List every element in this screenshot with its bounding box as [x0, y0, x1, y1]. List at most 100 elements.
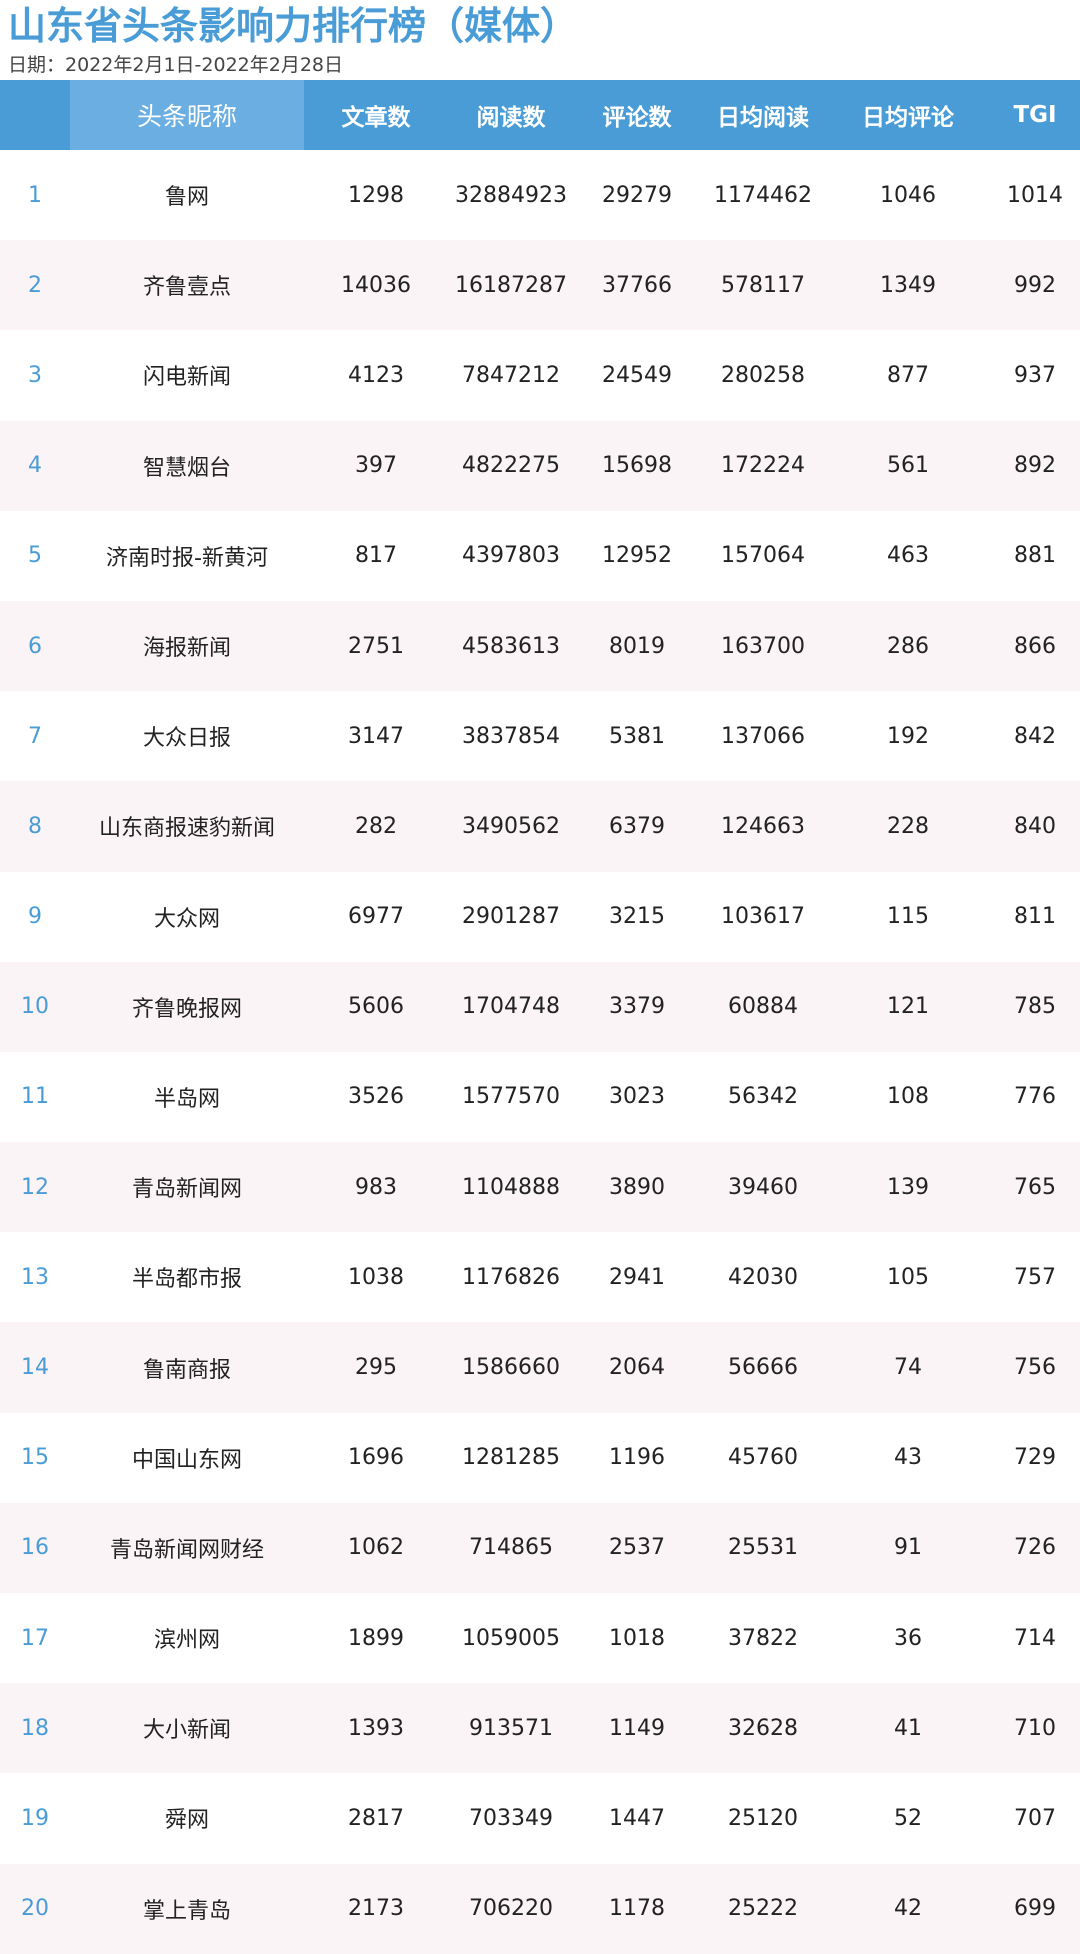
rank-cell: 2: [28, 272, 42, 298]
comments-cell: 1149: [609, 1715, 665, 1741]
daily-reads-cell: 32628: [728, 1715, 798, 1741]
reads-cell: 706220: [469, 1896, 553, 1922]
tgi-cell: 840: [1014, 813, 1056, 839]
nickname-cell: 济南时报-新黄河: [106, 545, 268, 571]
nickname-cell: 舜网: [164, 1808, 209, 1834]
daily-comments-cell: 105: [887, 1264, 929, 1290]
daily-comments-cell: 463: [887, 543, 929, 569]
tgi-cell: 866: [1014, 633, 1056, 659]
nickname-cell: 青岛新闻网财经: [109, 1537, 264, 1563]
daily-comments-cell: 108: [887, 1084, 929, 1110]
nickname-cell: 鲁网: [164, 185, 209, 211]
articles-cell: 1062: [348, 1535, 404, 1561]
articles-cell: 14036: [341, 272, 411, 298]
reads-cell: 913571: [469, 1715, 553, 1741]
tgi-cell: 992: [1014, 272, 1056, 298]
articles-cell: 5606: [348, 994, 404, 1020]
tgi-cell: 937: [1014, 362, 1056, 388]
rank-cell: 9: [28, 904, 42, 930]
reads-cell: 1281285: [462, 1445, 560, 1471]
table-row: 2 齐鲁壹点 14036 16187287 37766 578117 1349 992: [0, 240, 1080, 331]
articles-cell: 1393: [348, 1715, 404, 1741]
tgi-cell: 892: [1014, 453, 1056, 479]
daily-reads-cell: 578117: [721, 272, 805, 298]
nickname-cell: 大众日报: [142, 726, 231, 752]
comments-cell: 29279: [602, 182, 672, 208]
reads-cell: 7847212: [462, 362, 560, 388]
header-daily-reads: 日均阅读: [717, 105, 809, 131]
tgi-cell: 776: [1014, 1084, 1056, 1110]
rank-cell: 17: [21, 1625, 49, 1651]
daily-reads-cell: 280258: [721, 362, 805, 388]
rank-cell: 6: [28, 633, 42, 659]
daily-comments-cell: 192: [887, 723, 929, 749]
table-row: 18 大小新闻 1393 913571 1149 32628 41 710: [0, 1683, 1080, 1774]
nickname-cell: 中国山东网: [131, 1447, 242, 1473]
nickname-cell: 掌上青岛: [142, 1898, 231, 1924]
table-row: 20 掌上青岛 2173 706220 1178 25222 42 699: [0, 1863, 1080, 1954]
tgi-cell: 710: [1014, 1715, 1056, 1741]
reads-cell: 1704748: [462, 994, 560, 1020]
rank-cell: 8: [28, 813, 42, 839]
comments-cell: 1196: [609, 1445, 665, 1471]
ranking-table: 头条昵称 文章数 阅读数 评论数 日均阅读 日均评论 TGI 1 鲁网 1298 32…: [0, 80, 1080, 1954]
daily-comments-cell: 228: [887, 813, 929, 839]
comments-cell: 1018: [609, 1625, 665, 1651]
daily-comments-cell: 36: [894, 1625, 922, 1651]
articles-cell: 2817: [348, 1805, 404, 1831]
articles-cell: 6977: [348, 904, 404, 930]
tgi-cell: 765: [1014, 1174, 1056, 1200]
comments-cell: 8019: [609, 633, 665, 659]
daily-reads-cell: 137066: [721, 723, 805, 749]
daily-reads-cell: 45760: [728, 1445, 798, 1471]
comments-cell: 12952: [602, 543, 672, 569]
daily-comments-cell: 52: [894, 1805, 922, 1831]
daily-reads-cell: 56666: [728, 1355, 798, 1381]
daily-reads-cell: 60884: [728, 994, 798, 1020]
header-nickname: 头条昵称: [70, 80, 304, 150]
comments-cell: 1447: [609, 1805, 665, 1831]
daily-reads-cell: 1174462: [714, 182, 812, 208]
rank-cell: 10: [21, 994, 49, 1020]
nickname-cell: 半岛网: [153, 1086, 220, 1112]
rank-cell: 12: [21, 1174, 49, 1200]
comments-cell: 37766: [602, 272, 672, 298]
comments-cell: 3379: [609, 994, 665, 1020]
tgi-cell: 707: [1014, 1805, 1056, 1831]
table-row: 4 智慧烟台 397 4822275 15698 172224 561 892: [0, 420, 1080, 511]
daily-comments-cell: 43: [894, 1445, 922, 1471]
rank-cell: 3: [28, 362, 42, 388]
table-row: 12 青岛新闻网 983 1104888 3890 39460 139 765: [0, 1142, 1080, 1233]
table-row: 15 中国山东网 1696 1281285 1196 45760 43 729: [0, 1412, 1080, 1503]
daily-comments-cell: 877: [887, 362, 929, 388]
header-daily-comments: 日均评论: [862, 105, 954, 131]
daily-comments-cell: 286: [887, 633, 929, 659]
daily-reads-cell: 103617: [721, 904, 805, 930]
nickname-cell: 鲁南商报: [142, 1357, 231, 1383]
comments-cell: 3890: [609, 1174, 665, 1200]
daily-reads-cell: 172224: [721, 453, 805, 479]
comments-cell: 5381: [609, 723, 665, 749]
rank-cell: 18: [21, 1715, 49, 1741]
header-comments: 评论数: [602, 105, 672, 131]
daily-reads-cell: 25531: [728, 1535, 798, 1561]
daily-reads-cell: 25120: [728, 1805, 798, 1831]
nickname-cell: 闪电新闻: [142, 365, 231, 391]
rank-cell: 14: [21, 1355, 49, 1381]
reads-cell: 1059005: [462, 1625, 560, 1651]
articles-cell: 3526: [348, 1084, 404, 1110]
articles-cell: 1038: [348, 1264, 404, 1290]
table-row: 9 大众网 6977 2901287 3215 103617 115 811: [0, 871, 1080, 962]
nickname-cell: 滨州网: [153, 1628, 220, 1654]
table-row: 8 山东商报速豹新闻 282 3490562 6379 124663 228 840: [0, 781, 1080, 872]
table-row: 14 鲁南商报 295 1586660 2064 56666 74 756: [0, 1322, 1080, 1413]
reads-cell: 703349: [469, 1805, 553, 1831]
articles-cell: 3147: [348, 723, 404, 749]
rank-cell: 20: [21, 1896, 49, 1922]
tgi-cell: 699: [1014, 1896, 1056, 1922]
articles-cell: 4123: [348, 362, 404, 388]
daily-comments-cell: 121: [887, 994, 929, 1020]
table-row: 16 青岛新闻网财经 1062 714865 2537 25531 91 726: [0, 1502, 1080, 1593]
reads-cell: 3490562: [462, 813, 560, 839]
articles-cell: 2173: [348, 1896, 404, 1922]
